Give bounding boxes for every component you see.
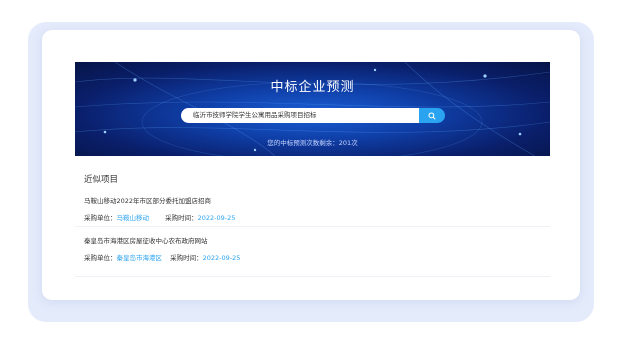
time-value: 2022-09-25 [197,214,236,222]
unit-link[interactable]: 马鞍山移动 [117,212,150,222]
hero-banner: 中标企业预测 您的中标预测次数剩余：201次 [75,62,550,156]
time-value: 2022-09-25 [202,254,241,262]
unit-link[interactable]: 秦皇岛市海港区 [117,252,163,262]
time-label: 采购时间： [170,254,203,262]
banner-title: 中标企业预测 [270,80,355,95]
divider [75,226,550,227]
unit-label: 采购单位： [84,214,117,222]
list-item[interactable]: 秦皇岛市海港区房屋征收中心农布政府网站 采购单位：秦皇岛市海港区 采购时间：20… [84,235,240,262]
unit-label: 采购单位： [84,254,117,262]
quota-text: 您的中标预测次数剩余：201次 [267,139,358,147]
list-item[interactable]: 马鞍山移动2022年市区部分委托加盟店招商 采购单位：马鞍山移动 采购时间：20… [84,195,235,222]
search-icon [428,111,436,120]
time-label: 采购时间： [165,214,198,222]
divider [75,276,550,277]
section-title: 近似项目 [84,175,119,185]
search-input[interactable] [181,108,419,123]
item-title[interactable]: 马鞍山移动2022年市区部分委托加盟店招商 [84,195,235,205]
search-button[interactable] [419,108,445,123]
item-title[interactable]: 秦皇岛市海港区房屋征收中心农布政府网站 [84,235,240,245]
